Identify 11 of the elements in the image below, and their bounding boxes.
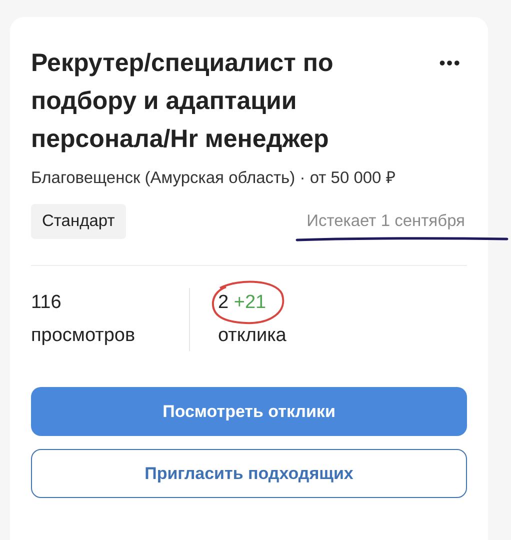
more-menu-button[interactable]: ••• — [439, 54, 467, 72]
tariff-tag: Стандарт — [31, 204, 126, 239]
stat-label: отклика — [218, 324, 286, 348]
view-responses-button[interactable]: Посмотреть отклики — [31, 386, 467, 436]
stat-label: просмотров — [31, 324, 136, 348]
vacancy-title: Рекрутер/специалист по подбору и адаптации персонала/Hr менеджер — [31, 48, 334, 155]
views-count: 116 — [31, 292, 62, 313]
response-count: 2 +21 — [218, 292, 266, 313]
expiry-date: Истекает 1 сентября — [306, 212, 466, 230]
invite-button[interactable]: Пригласить подходящих — [31, 448, 467, 498]
location-salary: Благовещенск (Амурская область) · от 50 000 ₽ — [31, 168, 397, 189]
